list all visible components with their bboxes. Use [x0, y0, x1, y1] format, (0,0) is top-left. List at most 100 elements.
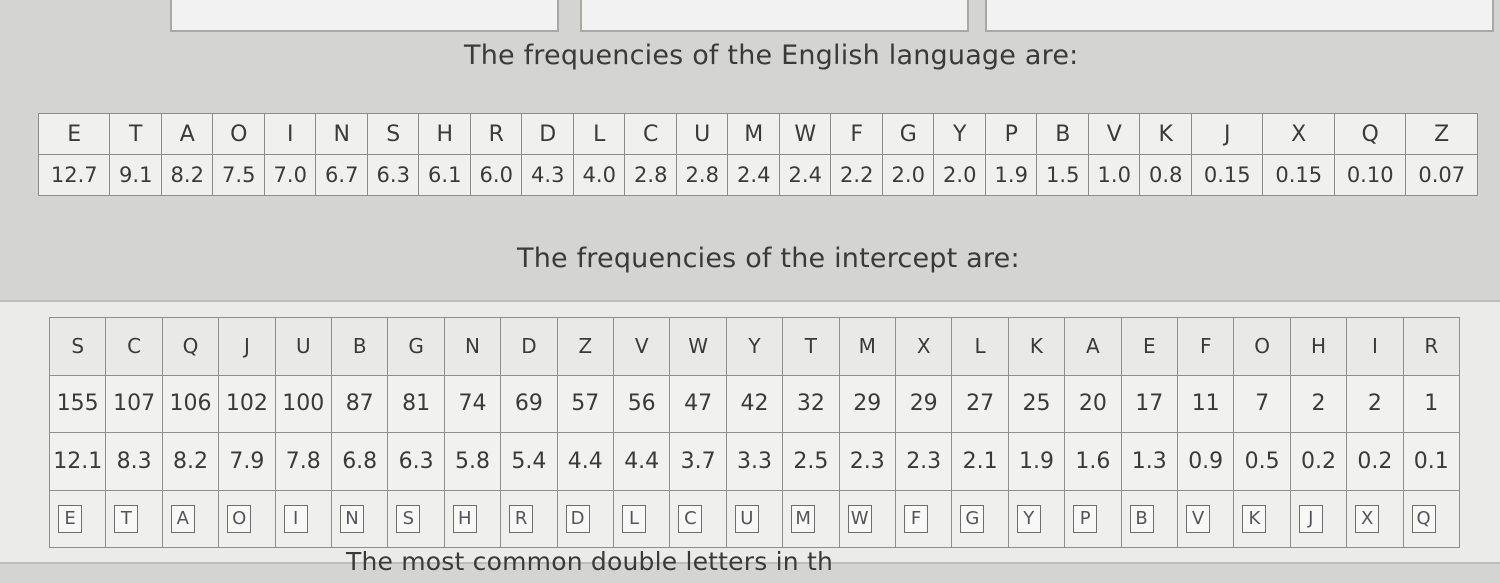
substitution-letter-input[interactable]: O [227, 504, 252, 533]
intercept-percentage-cell: 8.3 [105, 432, 163, 491]
intercept-count-cell: 69 [500, 374, 558, 433]
substitution-slot-cell[interactable]: L [613, 489, 671, 548]
english-letter-cell: A [160, 113, 214, 155]
intercept-percentage-cell: 0.5 [1233, 432, 1291, 491]
substitution-slot-cell[interactable]: J [1289, 489, 1348, 548]
answer-box-2[interactable] [580, 0, 969, 32]
substitution-letter-input[interactable]: K [1242, 504, 1267, 533]
intercept-letter-cell: W [669, 317, 727, 376]
english-letter-cell: D [521, 113, 574, 155]
substitution-letter-input[interactable]: M [791, 504, 816, 533]
substitution-letter-input[interactable]: I [283, 504, 308, 533]
intercept-letter-cell: I [1346, 317, 1404, 376]
intercept-percentage-cell: 0.9 [1177, 432, 1235, 491]
english-frequency-cell: 4.3 [521, 154, 574, 196]
intercept-percentage-cell: 2.3 [838, 432, 896, 491]
substitution-slot-cell[interactable]: K [1233, 489, 1291, 548]
english-frequency-cell: 7.0 [263, 154, 317, 196]
answer-box-3[interactable] [985, 0, 1494, 32]
substitution-slot-cell[interactable]: V [1177, 489, 1235, 548]
english-letter-cell: G [881, 113, 935, 155]
answer-box-1[interactable] [170, 0, 559, 32]
english-frequency-cell: 0.15 [1262, 154, 1335, 196]
intercept-letter-cell: X [895, 317, 953, 376]
substitution-letter-input[interactable]: G [960, 504, 985, 533]
english-frequencies-heading: The frequencies of the English language … [464, 40, 1079, 71]
substitution-letter-input[interactable]: Y [1016, 504, 1041, 533]
english-letter-cell: L [572, 113, 626, 155]
intercept-percentage-cell: 7.9 [218, 432, 276, 491]
intercept-count-cell: 74 [443, 374, 502, 433]
english-letter-cell: Q [1333, 113, 1407, 155]
substitution-letter-input[interactable]: S [396, 504, 421, 533]
english-frequency-cell: 2.2 [830, 154, 883, 196]
substitution-letter-input[interactable]: Q [1411, 504, 1436, 533]
substitution-letter-input[interactable]: X [1355, 504, 1380, 533]
english-frequency-cell: 1.9 [984, 154, 1038, 196]
substitution-slot-cell[interactable]: F [895, 489, 953, 548]
substitution-slot-cell[interactable]: R [500, 489, 558, 548]
intercept-count-cell: 106 [161, 374, 220, 433]
english-frequency-cell: 2.4 [778, 154, 832, 196]
substitution-slot-cell[interactable]: E [49, 489, 107, 548]
substitution-letter-input[interactable]: T [114, 504, 139, 533]
substitution-slot-cell[interactable]: Q [1402, 489, 1460, 548]
substitution-slot-cell[interactable]: I [274, 489, 332, 548]
intercept-letter-cell: S [49, 317, 107, 376]
intercept-count-cell: 29 [838, 374, 896, 433]
intercept-letter-cell: L [951, 317, 1009, 376]
intercept-letter-cell: N [443, 317, 502, 376]
substitution-letter-input[interactable]: L [622, 504, 646, 533]
substitution-letter-input[interactable]: C [678, 504, 703, 533]
substitution-slot-cell[interactable]: A [161, 489, 220, 548]
substitution-slot-cell[interactable]: W [838, 489, 896, 548]
substitution-letter-input[interactable]: A [170, 504, 195, 533]
intercept-percentage-cell: 5.8 [443, 432, 502, 491]
substitution-slot-cell[interactable]: H [443, 489, 502, 548]
substitution-slot-cell[interactable]: D [556, 489, 614, 548]
english-frequency-cell: 6.3 [366, 154, 420, 196]
substitution-letter-input[interactable]: E [58, 504, 82, 533]
substitution-letter-input[interactable]: W [847, 504, 872, 533]
intercept-count-cell: 42 [725, 374, 784, 433]
substitution-letter-input[interactable]: H [452, 504, 477, 533]
substitution-slot-cell[interactable]: U [725, 489, 784, 548]
substitution-slot-cell[interactable]: X [1346, 489, 1404, 548]
english-letter-cell: J [1190, 113, 1264, 155]
substitution-slot-cell[interactable]: N [331, 489, 389, 548]
intercept-letter-cell: H [1289, 317, 1348, 376]
substitution-letter-input[interactable]: B [1129, 504, 1154, 533]
substitution-slot-cell[interactable]: B [1120, 489, 1178, 548]
substitution-slot-cell[interactable]: Y [1007, 489, 1066, 548]
substitution-letter-input[interactable]: N [340, 504, 364, 533]
top-answer-boxes [170, 0, 1494, 32]
substitution-letter-input[interactable]: P [1073, 504, 1098, 533]
english-frequency-cell: 12.7 [37, 154, 111, 196]
intercept-letter-cell: M [838, 317, 896, 376]
substitution-slot-cell[interactable]: O [218, 489, 276, 548]
intercept-percentage-cell: 0.1 [1402, 432, 1460, 491]
substitution-letter-input[interactable]: F [904, 504, 928, 533]
substitution-slot-cell[interactable]: C [669, 489, 727, 548]
english-frequency-cell: 9.1 [109, 154, 162, 196]
substitution-letter-input[interactable]: U [734, 504, 759, 533]
substitution-slot-cell[interactable]: T [105, 489, 163, 548]
intercept-letter-cell: G [387, 317, 445, 376]
substitution-letter-input[interactable]: D [565, 504, 590, 533]
english-letter-cell: I [263, 113, 317, 155]
substitution-slot-cell[interactable]: P [1064, 489, 1122, 548]
intercept-letter-cell: O [1233, 317, 1291, 376]
substitution-slot-cell[interactable]: S [387, 489, 445, 548]
substitution-slot-cell[interactable]: G [951, 489, 1009, 548]
substitution-letter-input[interactable]: R [509, 504, 534, 533]
english-frequency-cell: 4.0 [572, 154, 626, 196]
substitution-slot-cell[interactable]: M [782, 489, 840, 548]
english-frequency-cell: 8.2 [160, 154, 214, 196]
english-letter-cell: O [212, 113, 265, 155]
english-frequency-cell: 6.1 [418, 154, 471, 196]
substitution-letter-input[interactable]: V [1186, 504, 1210, 533]
intercept-letter-cell: R [1402, 317, 1460, 376]
substitution-letter-input[interactable]: J [1298, 504, 1323, 533]
english-letter-cell: E [37, 113, 111, 155]
intercept-count-cell: 57 [556, 374, 614, 433]
